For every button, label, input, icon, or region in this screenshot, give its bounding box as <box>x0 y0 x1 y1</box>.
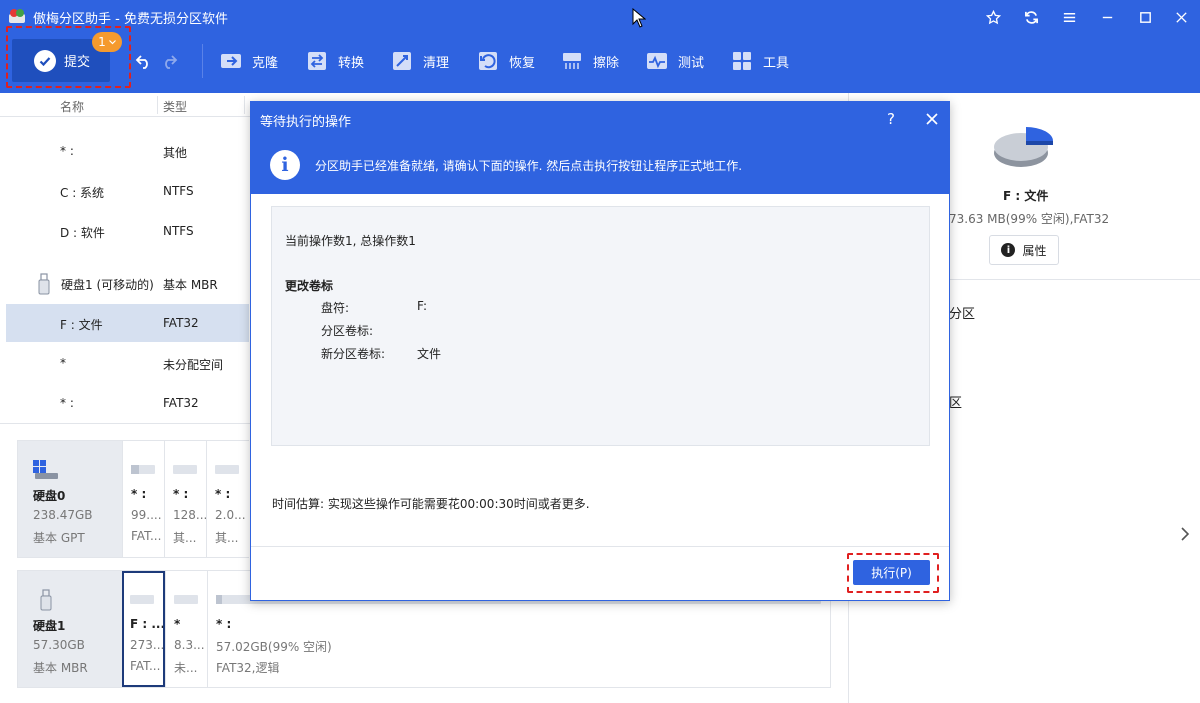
close-button[interactable] <box>1168 4 1194 30</box>
partition-info: 73.63 MB(99% 空闲),FAT32 <box>949 212 1110 226</box>
info-icon: i <box>1001 243 1016 257</box>
list-divider <box>0 423 250 424</box>
info-icon: i <box>270 150 300 180</box>
column-type[interactable]: 类型 <box>163 98 187 115</box>
clean-button[interactable]: 清理 <box>391 49 449 73</box>
time-estimate: 时间估算: 实现这些操作可能需要花00:00:30时间或者更多. <box>272 497 590 511</box>
partition-block[interactable]: * : 128... 其... <box>164 441 206 557</box>
recover-button[interactable]: 恢复 <box>477 49 535 73</box>
help-button[interactable]: ? <box>887 110 895 128</box>
wipe-icon <box>563 53 581 69</box>
disk-label: 硬盘1 57.30GB 基本 MBR <box>18 571 122 687</box>
detail-key: 盘符: <box>321 301 350 315</box>
detail-key: 分区卷标: <box>321 324 374 338</box>
usage-fill <box>131 465 140 474</box>
usage-fill <box>216 595 223 604</box>
disk-type: 基本 GPT <box>33 531 85 545</box>
chevron-down-icon <box>108 39 116 44</box>
detail-key: 新分区卷标: <box>321 347 386 361</box>
column-name[interactable]: 名称 <box>60 98 84 115</box>
hamburger-icon <box>1063 12 1075 22</box>
dialog-title: 等待执行的操作 <box>260 115 352 130</box>
partition-name: F : 文件 <box>1003 189 1049 203</box>
list-item[interactable]: C : 系统 NTFS <box>6 172 249 210</box>
refresh-icon <box>1024 10 1038 24</box>
star-icon <box>985 9 1001 24</box>
pending-count-badge[interactable]: 1 <box>92 32 122 52</box>
wipe-button[interactable]: 擦除 <box>561 49 619 73</box>
list-item[interactable]: D : 软件 NTFS <box>6 212 249 250</box>
mouse-cursor-icon <box>632 8 646 28</box>
chevron-right-icon[interactable] <box>1179 526 1191 542</box>
clone-button[interactable]: 克隆 <box>220 49 278 73</box>
dialog-footer-divider <box>251 546 949 547</box>
check-icon <box>34 49 56 72</box>
favorite-button[interactable] <box>980 4 1006 30</box>
partition-block[interactable]: * : 2.0... 其... <box>206 441 249 557</box>
clone-icon <box>221 54 241 68</box>
recover-icon <box>479 52 497 70</box>
list-item[interactable]: * : 其他 <box>6 132 249 170</box>
disk-row[interactable]: 硬盘1 (可移动的) 基本 MBR <box>6 264 249 302</box>
disk-name: 硬盘0 <box>33 489 66 503</box>
submit-label: 提交 <box>64 55 91 70</box>
usb-drive-icon <box>38 273 50 295</box>
undo-icon[interactable] <box>135 53 153 69</box>
convert-button[interactable]: 转换 <box>306 49 364 73</box>
partition-block[interactable]: * 8.3... 未... <box>165 571 207 687</box>
windows-disk-icon <box>33 460 58 479</box>
test-icon <box>647 53 667 69</box>
detail-value: 文件 <box>417 347 442 361</box>
minimize-icon <box>1102 16 1112 18</box>
dialog-info-text: 分区助手已经准备就绪, 请确认下面的操作. 然后点击执行按钮让程序正式地工作. <box>315 159 743 173</box>
tools-button[interactable]: 工具 <box>731 49 789 73</box>
operation-item[interactable]: 分区 <box>949 303 975 322</box>
dialog-header: 等待执行的操作 ? i 分区助手已经准备就绪, 请确认下面的操作. 然后点击执行… <box>251 102 949 194</box>
list-item[interactable]: * : FAT32 <box>6 384 249 422</box>
test-button[interactable]: 测试 <box>646 49 704 73</box>
operation-item[interactable]: 区 <box>949 392 962 411</box>
pending-operations-dialog: 等待执行的操作 ? i 分区助手已经准备就绪, 请确认下面的操作. 然后点击执行… <box>250 101 950 601</box>
partition-block-selected[interactable]: F : ... 273.... FAT... <box>122 571 165 687</box>
disk-label: 硬盘0 238.47GB 基本 GPT <box>18 441 122 557</box>
column-divider <box>157 96 158 114</box>
app-logo-icon <box>9 9 25 23</box>
properties-button[interactable]: i 属性 <box>989 235 1059 265</box>
detail-value: F: <box>417 299 428 313</box>
maximize-button[interactable] <box>1132 4 1158 30</box>
refresh-button[interactable] <box>1018 4 1044 30</box>
disk-type: 基本 MBR <box>33 661 88 675</box>
maximize-icon <box>1139 11 1151 23</box>
column-divider <box>244 96 245 114</box>
operations-list-box: 当前操作数1, 总操作数1 更改卷标 盘符: F: 分区卷标: 新分区卷标: 文… <box>271 206 930 446</box>
list-item[interactable]: * 未分配空间 <box>6 344 249 382</box>
usage-pie-icon <box>994 127 1053 167</box>
app-title: 傲梅分区助手 - 免费无损分区软件 <box>33 12 228 27</box>
close-icon <box>1175 11 1187 23</box>
execute-button[interactable]: 执行(P) <box>853 560 930 585</box>
disk-map-disk0[interactable]: 硬盘0 238.47GB 基本 GPT * : 99.... FAT... * … <box>17 440 249 558</box>
dialog-close-icon[interactable] <box>924 111 940 127</box>
disk-size: 238.47GB <box>33 508 93 522</box>
minimize-button[interactable] <box>1094 4 1120 30</box>
operation-title: 更改卷标 <box>285 279 334 293</box>
toolbar-separator <box>202 44 203 78</box>
top-bar: 傲梅分区助手 - 免费无损分区软件 <box>0 0 1200 93</box>
convert-icon <box>308 52 326 70</box>
partition-block[interactable]: * : 99.... FAT... <box>122 441 164 557</box>
tools-icon <box>733 52 751 70</box>
disk-name: 硬盘1 <box>33 619 66 633</box>
title-bar: 傲梅分区助手 - 免费无损分区软件 <box>0 0 1200 32</box>
list-item-selected[interactable]: F : 文件 FAT32 <box>6 304 249 342</box>
redo-icon[interactable] <box>160 53 178 69</box>
clean-icon <box>393 52 411 70</box>
menu-button[interactable] <box>1056 4 1082 30</box>
operation-count: 当前操作数1, 总操作数1 <box>285 234 416 248</box>
disk-size: 57.30GB <box>33 638 85 652</box>
usb-drive-icon <box>40 589 52 611</box>
